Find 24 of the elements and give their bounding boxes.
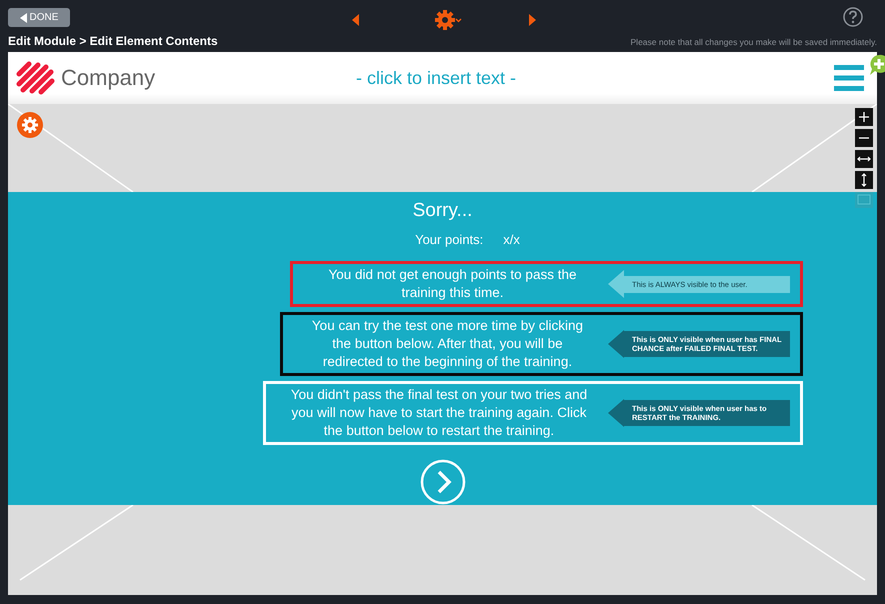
points-value: x/x: [503, 232, 520, 247]
company-name: Company: [61, 65, 156, 91]
done-button[interactable]: DONE: [8, 8, 70, 27]
settings-icon[interactable]: [435, 10, 463, 30]
result-title: Sorry...: [412, 200, 472, 222]
previous-arrow-icon[interactable]: [352, 14, 359, 26]
zoom-out-icon[interactable]: [855, 129, 873, 147]
fit-height-icon[interactable]: [855, 171, 873, 189]
menu-icon[interactable]: [834, 65, 864, 91]
help-icon[interactable]: [843, 7, 863, 27]
add-comment-icon[interactable]: [869, 54, 885, 76]
fit-width-icon[interactable]: [855, 150, 873, 168]
breadcrumb: Edit Module > Edit Element Contents: [8, 34, 218, 48]
logo-icon: [16, 60, 56, 96]
next-arrow-icon[interactable]: [529, 14, 536, 26]
points-label: Your points:: [415, 232, 484, 247]
settings-icon[interactable]: [17, 112, 43, 138]
next-button[interactable]: [420, 459, 466, 505]
message-text: You did not get enough points to pass the training this time.: [328, 266, 578, 302]
zoom-in-icon[interactable]: [855, 108, 873, 126]
save-notice: Please note that all changes you make will be saved immediately.: [630, 37, 877, 47]
insert-text-placeholder[interactable]: - click to insert text -: [356, 68, 516, 88]
message-text: You didn't pass the final test on your two tries and you will now have to start the training again. Click the button below to restart the training.: [290, 386, 588, 440]
message-text: You can try the test one more time by clicking the button below. After that, you will be redirected to the beginning of the training.: [310, 317, 584, 371]
